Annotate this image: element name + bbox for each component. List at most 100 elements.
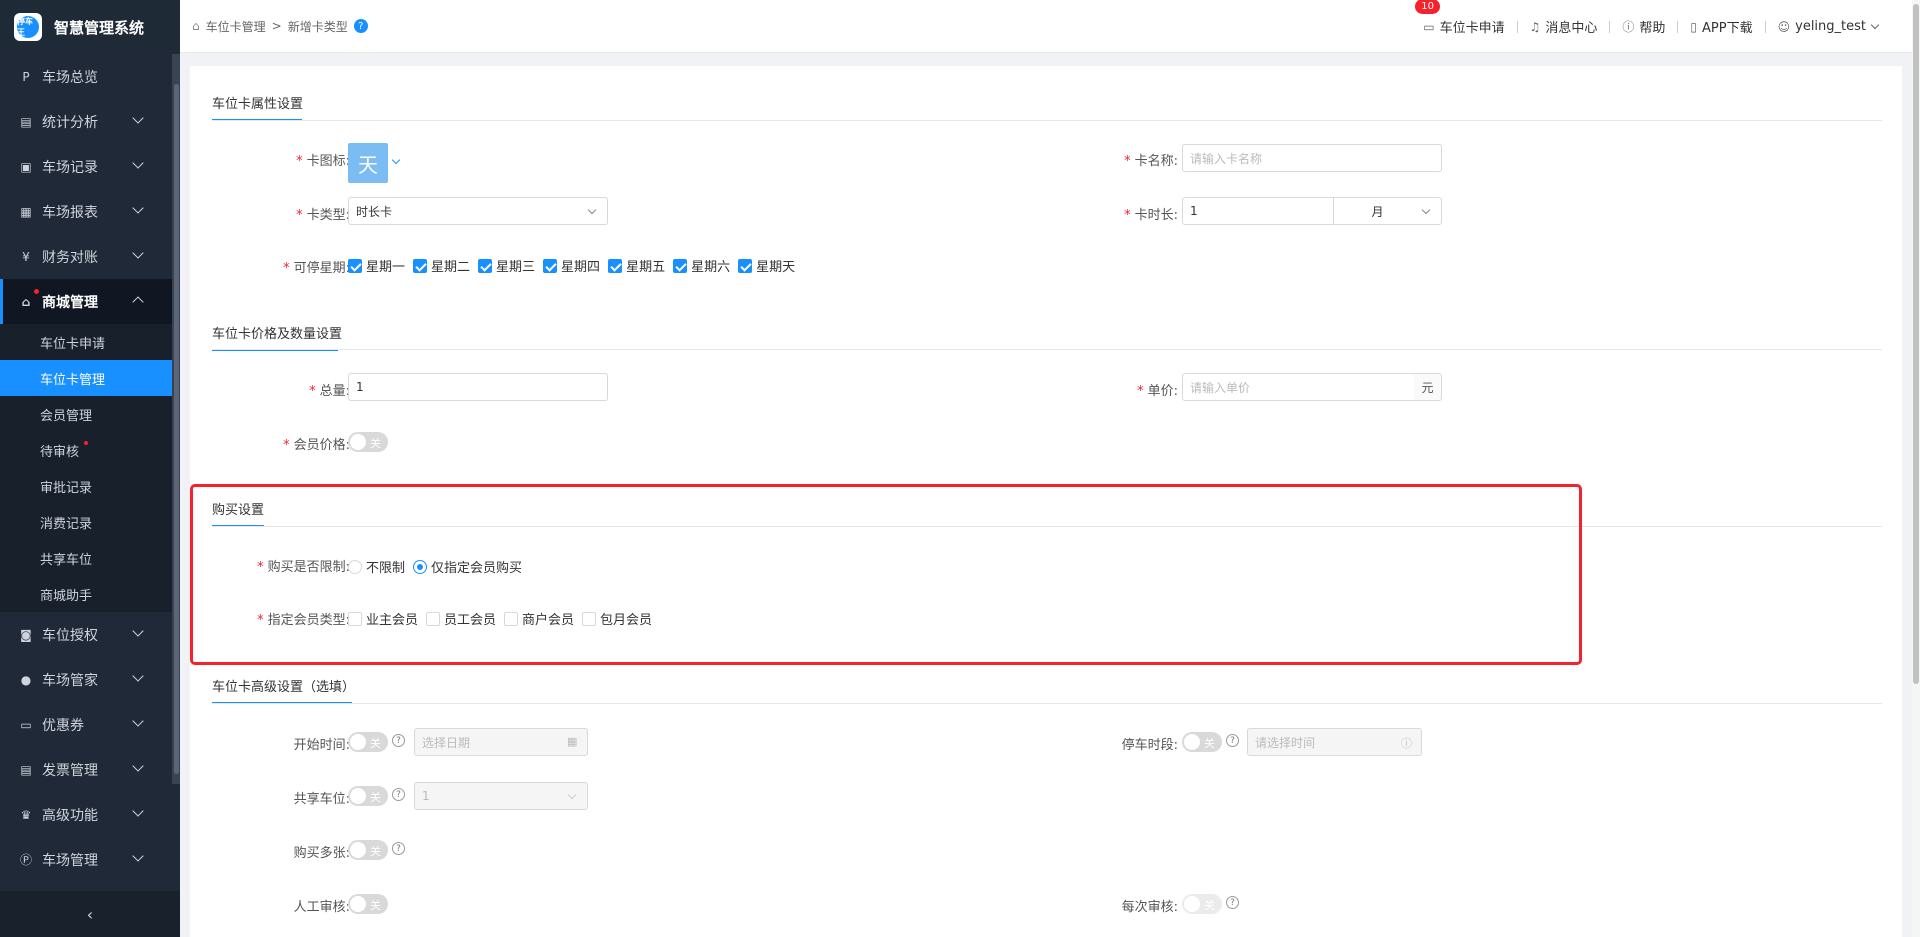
chevron-down-icon: [132, 850, 144, 862]
sidebar-scrollbar[interactable]: [174, 84, 179, 774]
select-value: 时长卡: [356, 204, 393, 219]
weekday-checkbox[interactable]: 星期六: [673, 256, 730, 275]
weekday-checkbox[interactable]: 星期天: [738, 256, 795, 275]
sidebar-item-label: 车场管家: [42, 672, 98, 689]
sidebar-item-stats[interactable]: ▤ 统计分析: [0, 99, 172, 144]
weekday-checkbox[interactable]: 星期三: [478, 256, 535, 275]
chevron-down-icon: [132, 157, 144, 169]
manual-review-switch[interactable]: 关: [348, 894, 388, 914]
app-download-link[interactable]: ▯ APP下载: [1678, 17, 1764, 37]
chevron-down-icon[interactable]: [391, 155, 401, 165]
total-input[interactable]: 1: [348, 373, 608, 401]
sidebar-menu: P 车场总览 ▤ 统计分析 ▣ 车场记录 ▦ 车场报表 ¥ 财务对账 ⌂ 商城管理 车位卡申…: [0, 54, 172, 882]
sidebar-sub-approval[interactable]: 审批记录: [0, 468, 172, 504]
sidebar-item-authorization[interactable]: ◙ 车位授权: [0, 612, 172, 657]
sidebar-sub-label: 车位卡申请: [40, 336, 106, 352]
page-scrollbar[interactable]: [1913, 4, 1919, 684]
sidebar-item-invoice[interactable]: ▤ 发票管理: [0, 747, 172, 792]
chevron-up-icon: [132, 296, 144, 308]
start-date-picker[interactable]: 选择日期: [414, 728, 588, 756]
sidebar-item-shop[interactable]: ⌂ 商城管理: [0, 279, 172, 324]
question-icon[interactable]: ?: [1226, 896, 1239, 909]
sidebar-collapse-button[interactable]: ‹: [0, 891, 180, 937]
card-icon-preview[interactable]: 天: [348, 143, 388, 183]
user-menu[interactable]: ☺ yeling_test: [1766, 19, 1890, 34]
sidebar-sub-share[interactable]: 共享车位: [0, 540, 172, 576]
card-icon-label: * 卡图标:: [250, 150, 350, 169]
breadcrumb-item[interactable]: 车位卡管理: [206, 18, 266, 35]
help-link[interactable]: ⓘ 帮助: [1610, 17, 1677, 36]
sidebar-item-coupon[interactable]: ▭ 优惠券: [0, 702, 172, 747]
sidebar-item-butler[interactable]: ● 车场管家: [0, 657, 172, 702]
member-price-switch[interactable]: 关: [348, 432, 388, 452]
required-mark: *: [296, 208, 303, 223]
question-icon[interactable]: ?: [392, 788, 405, 801]
question-icon[interactable]: ?: [392, 842, 405, 855]
annotation-highlight-box: [190, 484, 1582, 665]
card-type-select[interactable]: 时长卡: [348, 197, 608, 225]
sidebar-sub-assistant[interactable]: 商城助手: [0, 576, 172, 612]
checkbox-label: 星期三: [496, 260, 536, 275]
sidebar-item-park-manage[interactable]: Ⓟ 车场管理: [0, 837, 172, 882]
sidebar-sub-member[interactable]: 会员管理: [0, 396, 172, 432]
logo-badge: 停车王: [17, 16, 39, 38]
sidebar-sub-consume[interactable]: 消费记录: [0, 504, 172, 540]
select-value: 1: [422, 789, 430, 803]
question-icon[interactable]: ?: [392, 734, 405, 747]
sidebar-item-label: 发票管理: [42, 762, 98, 779]
parking-period-picker[interactable]: 请选择时间: [1247, 728, 1422, 756]
car-icon: ◙: [20, 627, 32, 642]
question-icon[interactable]: ?: [1226, 734, 1239, 747]
chevron-down-icon: [132, 760, 144, 772]
share-space-switch[interactable]: 关: [348, 786, 388, 806]
record-icon: ▣: [20, 159, 32, 174]
checkbox-label: 星期天: [756, 260, 796, 275]
top-right-actions: 10 ▭ 车位卡申请 ♫ 消息中心 ⓘ 帮助 ▯ APP下载 ☺ yeling_…: [1411, 0, 1890, 53]
share-space-select[interactable]: 1: [414, 782, 588, 810]
section-title-attr: 车位卡属性设置: [212, 93, 303, 121]
card-apply-link[interactable]: 10 ▭ 车位卡申请: [1411, 0, 1516, 36]
card-duration-input[interactable]: 1: [1182, 197, 1334, 225]
sidebar-sub-card-apply[interactable]: 车位卡申请: [0, 324, 172, 360]
weekday-checkbox[interactable]: 星期一: [348, 256, 405, 275]
each-review-switch[interactable]: 关: [1182, 894, 1222, 914]
notification-dot: [34, 289, 39, 294]
parking-period-switch[interactable]: 关: [1182, 732, 1222, 752]
message-center-link[interactable]: ♫ 消息中心: [1518, 17, 1610, 37]
duration-unit-select[interactable]: 月: [1333, 197, 1442, 225]
sidebar-item-label: 车位授权: [42, 627, 98, 644]
weekday-checkbox[interactable]: 星期二: [413, 256, 470, 275]
total-label: * 总量:: [250, 380, 350, 399]
sidebar-sub-pending[interactable]: 待审核: [0, 432, 172, 468]
label-text: 会员价格:: [293, 438, 350, 453]
coupon-icon: ▭: [20, 717, 32, 732]
app-title: 智慧管理系统: [54, 18, 145, 37]
weekday-checkbox[interactable]: 星期五: [608, 256, 665, 275]
parking-icon: P: [22, 69, 30, 84]
card-duration-label: * 卡时长:: [1090, 204, 1178, 223]
buy-multiple-switch[interactable]: 关: [348, 840, 388, 860]
user-name: yeling_test: [1795, 19, 1866, 34]
person-icon: ●: [20, 672, 32, 687]
checkbox-label: 星期四: [561, 260, 601, 275]
required-mark: *: [309, 384, 316, 399]
sidebar-item-finance[interactable]: ¥ 财务对账: [0, 234, 172, 279]
sidebar-item-advanced[interactable]: ♛ 高级功能: [0, 792, 172, 837]
sidebar-item-overview[interactable]: P 车场总览: [0, 54, 172, 99]
chevron-down-icon: [132, 112, 144, 124]
start-time-switch[interactable]: 关: [348, 732, 388, 752]
sidebar-item-records[interactable]: ▣ 车场记录: [0, 144, 172, 189]
sidebar-sub-card-manage[interactable]: 车位卡管理: [0, 360, 172, 396]
section-divider: [212, 703, 1882, 704]
clock-icon: ⓘ: [1401, 737, 1412, 750]
help-icon[interactable]: ?: [353, 19, 368, 33]
section-title-advanced: 车位卡高级设置（选填）: [212, 676, 355, 704]
unit-price-input[interactable]: 请输入单价: [1182, 373, 1415, 401]
switch-text: 关: [370, 437, 381, 450]
user-icon: ☺: [1777, 19, 1791, 34]
card-name-input[interactable]: 请输入卡名称: [1182, 144, 1442, 172]
checkbox-checked: [543, 258, 558, 273]
sidebar-item-reports[interactable]: ▦ 车场报表: [0, 189, 172, 234]
weekday-checkbox[interactable]: 星期四: [543, 256, 600, 275]
sidebar-sub-label: 审批记录: [40, 480, 93, 496]
